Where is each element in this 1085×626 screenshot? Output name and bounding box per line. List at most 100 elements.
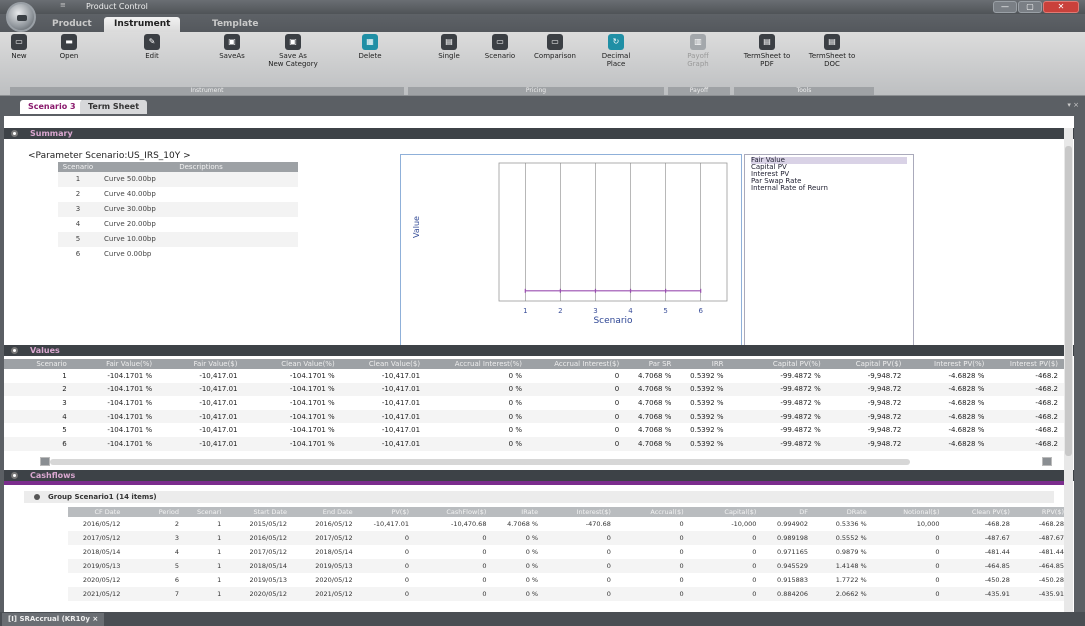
column-header[interactable]: Fair Value($) <box>158 359 244 369</box>
pin-close-icon[interactable]: ▾ × <box>1067 101 1079 109</box>
collapse-icon[interactable] <box>11 130 18 137</box>
table-cell: -99.4872 % <box>729 436 827 451</box>
column-header[interactable]: Capital($) <box>687 507 761 517</box>
table-row[interactable]: 4 -104.1701 % -10,417.01 -104.1701 % -10,417… <box>4 409 1064 424</box>
app-menu-button[interactable] <box>6 2 36 32</box>
scenario-description: Curve 40.00bp <box>104 190 156 198</box>
listbox-item[interactable]: Internal Rate of Reurn <box>751 185 907 192</box>
collapse-icon[interactable] <box>11 472 18 479</box>
list-item[interactable]: 2 Curve 40.00bp <box>58 187 298 202</box>
edit-button[interactable]: ✎ Edit <box>137 34 167 60</box>
table-row[interactable]: 2019/05/13 5 1 2018/05/14 2019/05/13 0 0 0 % 0 0 0… <box>68 559 1068 573</box>
delete-button[interactable]: ▦ Delete <box>354 34 386 60</box>
list-item[interactable]: 1 Curve 50.00bp <box>58 172 298 187</box>
column-header[interactable]: DRate <box>812 507 871 517</box>
save-as-new-category-button[interactable]: ▣ Save As New Category <box>264 34 322 68</box>
tab-term-sheet[interactable]: Term Sheet <box>80 100 148 114</box>
column-header[interactable]: Start Date <box>225 507 291 517</box>
scrollbar-thumb[interactable] <box>1065 146 1072 456</box>
table-cell: -99.4872 % <box>780 426 821 435</box>
table-cell: -10,417.01 <box>381 371 421 380</box>
termsheet-pdf-button[interactable]: ▤ TermSheet to PDF <box>738 34 796 68</box>
table-cell: -450.28 <box>1038 576 1064 584</box>
list-item[interactable]: 4 Curve 20.00bp <box>58 217 298 232</box>
collapse-icon[interactable] <box>11 347 18 354</box>
table-row[interactable]: 2021/05/12 7 1 2020/05/12 2021/05/12 0 0 0 % 0 0 0… <box>68 587 1068 601</box>
column-header[interactable]: Descriptions <box>98 162 298 172</box>
termsheet-doc-button[interactable]: ▤ TermSheet to DOC <box>802 34 862 68</box>
column-header[interactable]: IRR <box>677 359 730 369</box>
column-header[interactable]: Clean Value(%) <box>243 359 341 369</box>
scenario-description-table: Scenario Descriptions 1 Curve 50.00bp 2 Cur… <box>58 162 298 262</box>
table-row[interactable]: 3 -104.1701 % -10,417.01 -104.1701 % -10,417… <box>4 396 1064 410</box>
column-header[interactable]: CF Date <box>68 507 125 517</box>
list-item[interactable]: 5 Curve 10.00bp <box>58 232 298 247</box>
scenario-description: Curve 20.00bp <box>104 220 156 228</box>
column-header[interactable]: DF <box>760 507 813 517</box>
scroll-left-button[interactable] <box>40 457 50 466</box>
column-header[interactable]: Notional($) <box>870 507 944 517</box>
table-row[interactable]: 2020/05/12 6 1 2019/05/13 2020/05/12 0 0 0 % 0 0 0… <box>68 573 1068 587</box>
column-header[interactable]: PV($) <box>356 507 414 517</box>
column-header[interactable]: Fair Value(%) <box>72 359 159 369</box>
summary-header[interactable]: Summary <box>4 128 1074 139</box>
column-header[interactable]: Scenario <box>4 359 73 369</box>
column-header[interactable]: Par SR <box>625 359 678 369</box>
table-row[interactable]: 2 -104.1701 % -10,417.01 -104.1701 % -10,417… <box>4 382 1064 397</box>
measure-listbox[interactable]: Fair Value Capital PV Interest PV Par Swap … <box>744 154 914 349</box>
decimal-place-button[interactable]: ↻ Decimal Place <box>596 34 636 68</box>
table-row[interactable]: 2017/05/12 3 1 2016/05/12 2017/05/12 0 0 0 % 0 0 0… <box>68 531 1068 545</box>
ribbon-tab-template[interactable]: Template <box>212 17 258 32</box>
table-cell: 2.0662 % <box>812 587 871 601</box>
table-row[interactable]: 1 -104.1701 % -10,417.01 -104.1701 % -10,417… <box>4 369 1064 383</box>
ribbon-tab-product[interactable]: Product <box>52 17 92 32</box>
list-item[interactable]: 3 Curve 30.00bp <box>58 202 298 217</box>
column-header[interactable]: IRate <box>490 507 543 517</box>
maximize-button[interactable]: ▢ <box>1018 1 1042 13</box>
scenario-button[interactable]: ▭ Scenario <box>480 34 520 60</box>
table-row[interactable]: 6 -104.1701 % -10,417.01 -104.1701 % -10,417… <box>4 436 1064 451</box>
column-header[interactable]: End Date <box>290 507 357 517</box>
single-button[interactable]: ▤ Single <box>432 34 466 60</box>
table-row[interactable]: 2018/05/14 4 1 2017/05/12 2018/05/14 0 0 0 % 0 0 0… <box>68 545 1068 559</box>
column-header[interactable]: Interest($) <box>542 507 615 517</box>
values-header[interactable]: Values <box>4 345 1074 356</box>
close-button[interactable]: ✕ <box>1043 1 1079 13</box>
group-row[interactable]: Group Scenario1 (14 items) <box>24 491 1054 503</box>
table-row[interactable]: 5 -104.1701 % -10,417.01 -104.1701 % -10,417… <box>4 423 1064 437</box>
column-header[interactable]: Capital PV(%) <box>729 359 827 369</box>
column-header[interactable]: Scenari <box>183 507 226 517</box>
table-row[interactable]: 2016/05/12 2 1 2015/05/12 2016/05/12 -10,417.… <box>68 517 1068 531</box>
ribbon-tab-instrument[interactable]: Instrument <box>104 17 181 32</box>
cashflows-header[interactable]: Cashflows <box>4 470 1074 481</box>
open-button[interactable]: ▬ Open <box>54 34 84 60</box>
column-header[interactable]: Scenario <box>58 162 98 172</box>
column-header[interactable]: Period <box>124 507 183 517</box>
parameter-label: <Parameter Scenario:US_IRS_10Y > <box>28 151 191 161</box>
new-button[interactable]: ▭ New <box>4 34 34 60</box>
vertical-scrollbar[interactable] <box>1064 128 1073 612</box>
table-cell: 0.5392 % <box>677 436 730 451</box>
column-header[interactable]: Accrual($) <box>614 507 688 517</box>
column-header[interactable]: CashFlow($) <box>413 507 491 517</box>
bottom-doc-tab[interactable]: [I] SRAccrual (KR10y × <box>2 613 105 626</box>
payoff-graph-button[interactable]: ▥ Payoff Graph <box>680 34 716 68</box>
table-cell: 0 <box>870 587 944 601</box>
comparison-button[interactable]: ▭ Comparison <box>532 34 578 60</box>
tab-scenario-3[interactable]: Scenario 3 <box>20 100 84 114</box>
quick-access-icon[interactable]: ≡ <box>60 1 66 9</box>
scroll-right-button[interactable] <box>1042 457 1052 466</box>
expand-icon[interactable] <box>34 494 40 500</box>
column-header[interactable]: Interest PV($) <box>990 359 1064 369</box>
saveas-button[interactable]: ▣ SaveAs <box>214 34 250 60</box>
column-header[interactable]: Accrual Interest($) <box>528 359 626 369</box>
column-header[interactable]: Clean Value($) <box>340 359 427 369</box>
minimize-button[interactable]: — <box>993 1 1017 13</box>
column-header[interactable]: Interest PV(%) <box>907 359 991 369</box>
horizontal-scrollbar[interactable] <box>50 459 910 465</box>
column-header[interactable]: Capital PV($) <box>826 359 908 369</box>
column-header[interactable]: Clean PV($) <box>943 507 1014 517</box>
column-header[interactable]: Accrual Interest(%) <box>426 359 529 369</box>
list-item[interactable]: 6 Curve 0.00bp <box>58 247 298 262</box>
column-header[interactable]: RPV($) <box>1013 507 1068 517</box>
